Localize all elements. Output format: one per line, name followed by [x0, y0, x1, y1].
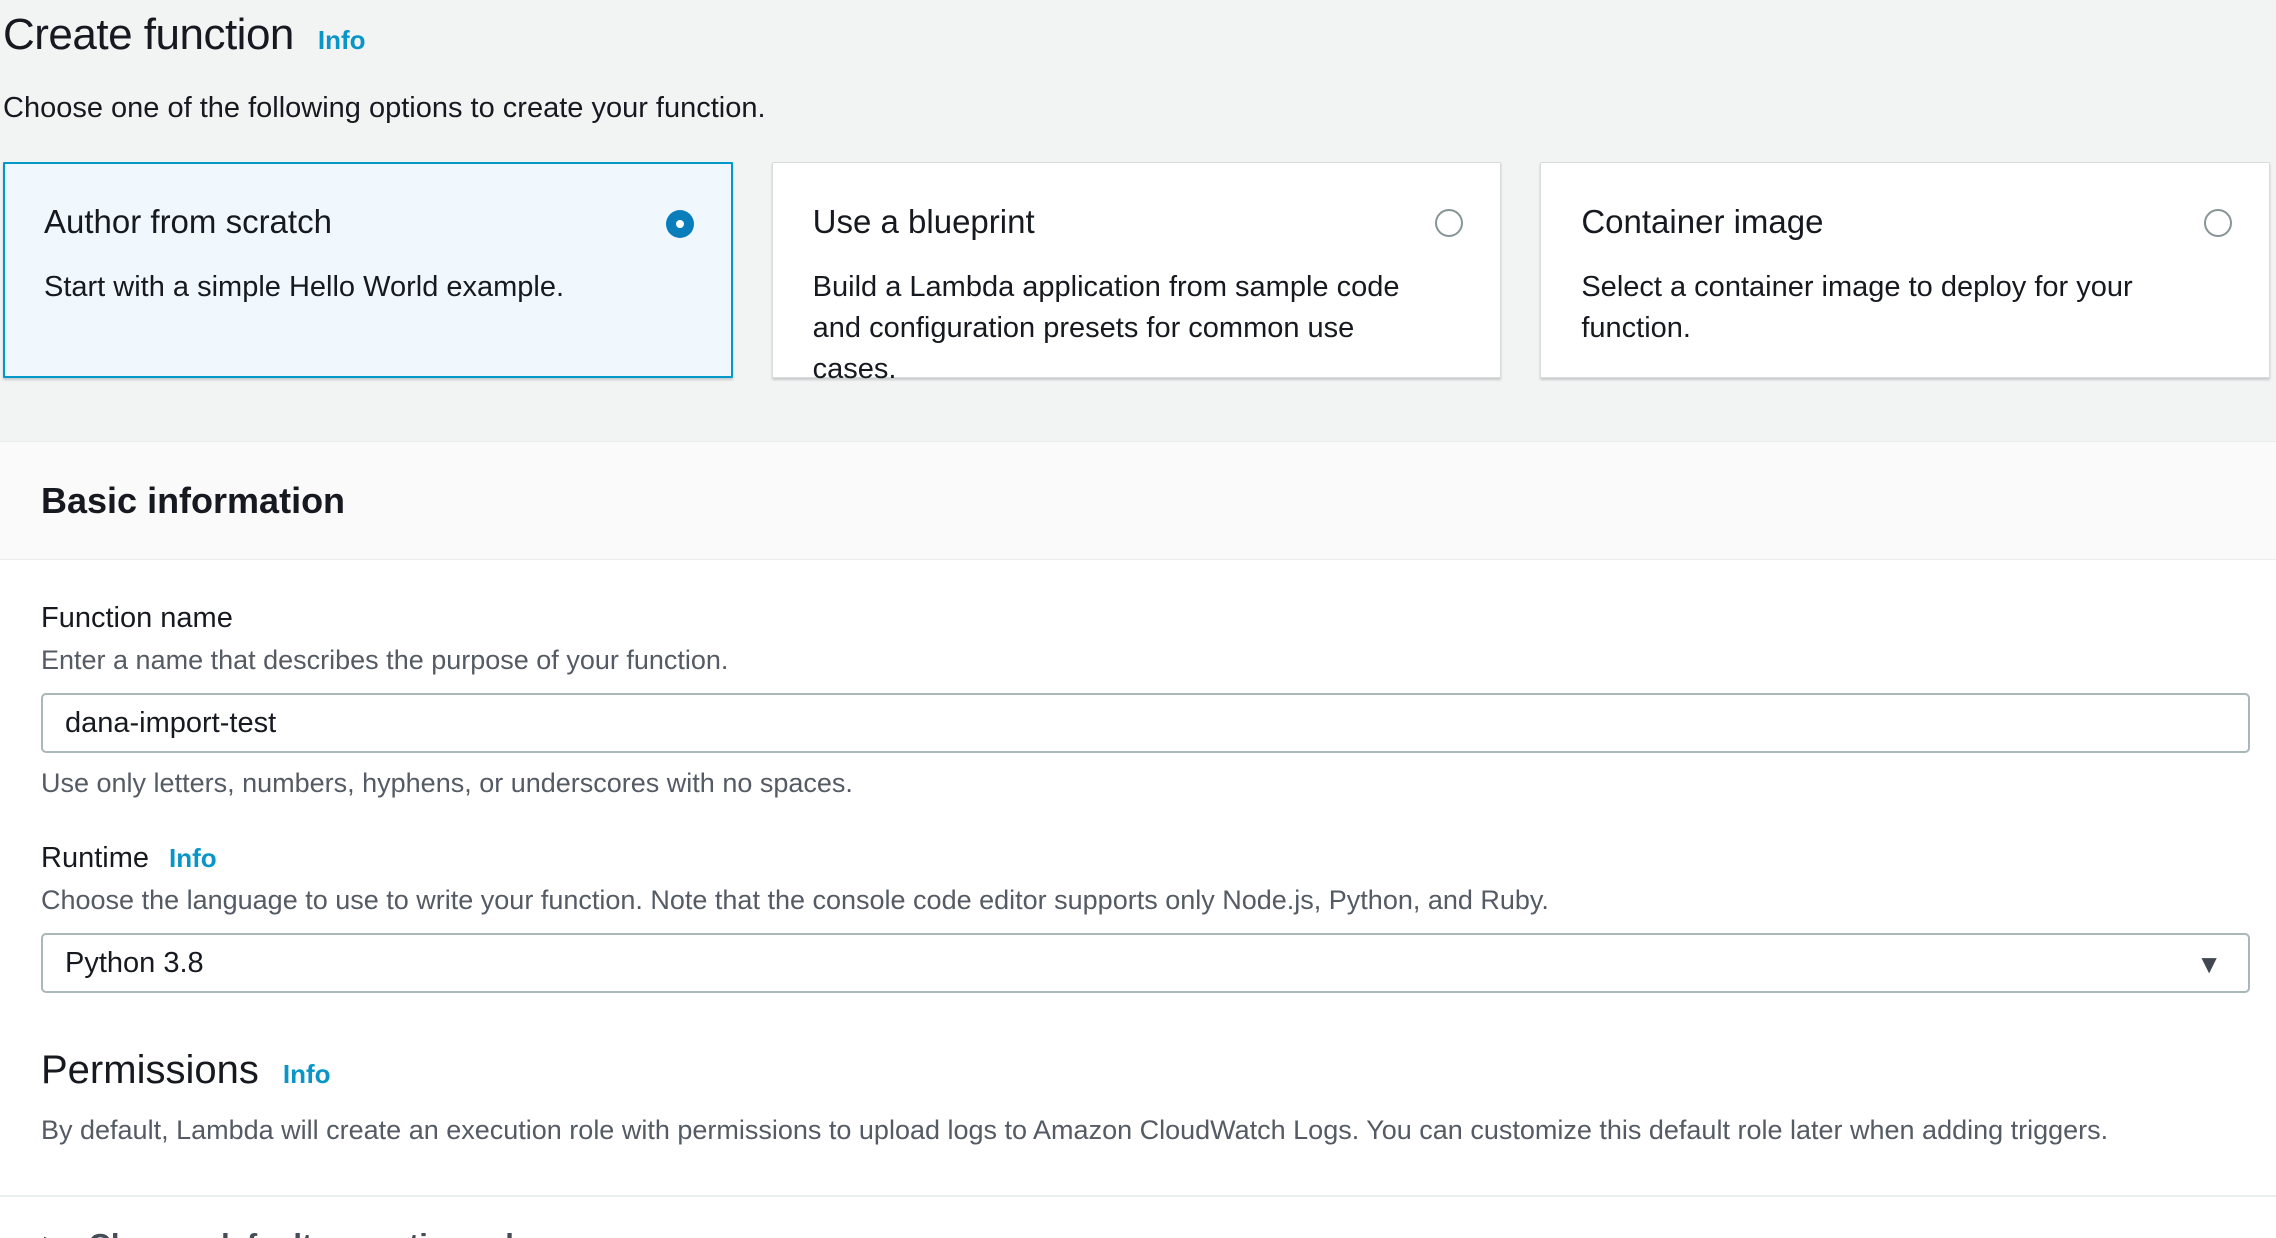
function-name-input[interactable]	[41, 693, 2250, 753]
card-title: Use a blueprint	[813, 203, 1401, 241]
runtime-description: Choose the language to use to write your…	[41, 885, 2250, 916]
caret-right-icon: ▶	[44, 1233, 62, 1238]
permissions-description: By default, Lambda will create an execut…	[41, 1115, 2250, 1146]
function-name-constraint: Use only letters, numbers, hyphens, or u…	[41, 768, 2250, 799]
radio-button-icon[interactable]	[2204, 209, 2232, 237]
card-description: Build a Lambda application from sample c…	[813, 267, 1401, 391]
card-description: Select a container image to deploy for y…	[1581, 267, 2169, 349]
basic-information-header: Basic information	[0, 441, 2276, 560]
permissions-heading: Permissions	[41, 1048, 259, 1093]
radio-button-icon[interactable]	[666, 210, 694, 238]
function-name-description: Enter a name that describes the purpose …	[41, 645, 2250, 676]
page-title: Create function	[3, 10, 294, 60]
radio-button-icon[interactable]	[1435, 209, 1463, 237]
chevron-down-icon: ▼	[2196, 951, 2222, 977]
runtime-info-link[interactable]: Info	[169, 843, 217, 874]
runtime-selected-value: Python 3.8	[65, 947, 204, 980]
page-subtitle: Choose one of the following options to c…	[3, 92, 2276, 125]
creation-options-row: Author from scratch Start with a simple …	[0, 162, 2276, 378]
function-name-label: Function name	[41, 602, 233, 635]
form-area: Function name Enter a name that describe…	[0, 560, 2276, 1238]
change-default-execution-role-expander[interactable]: ▶ Change default execution role	[0, 1197, 2276, 1238]
runtime-label: Runtime	[41, 842, 149, 875]
card-title: Container image	[1581, 203, 2169, 241]
creation-option-card[interactable]: Container image Select a container image…	[1540, 162, 2270, 378]
creation-option-card[interactable]: Use a blueprint Build a Lambda applicati…	[772, 162, 1502, 378]
page-header: Create function Info Choose one of the f…	[0, 0, 2276, 125]
permissions-info-link[interactable]: Info	[283, 1059, 331, 1090]
create-function-info-link[interactable]: Info	[318, 25, 366, 56]
creation-option-card[interactable]: Author from scratch Start with a simple …	[3, 162, 733, 378]
expander-label: Change default execution role	[88, 1227, 531, 1238]
card-description: Start with a simple Hello World example.	[44, 267, 632, 308]
runtime-select[interactable]: Python 3.8 ▼	[41, 933, 2250, 993]
card-title: Author from scratch	[44, 203, 632, 241]
section-title: Basic information	[41, 480, 345, 522]
